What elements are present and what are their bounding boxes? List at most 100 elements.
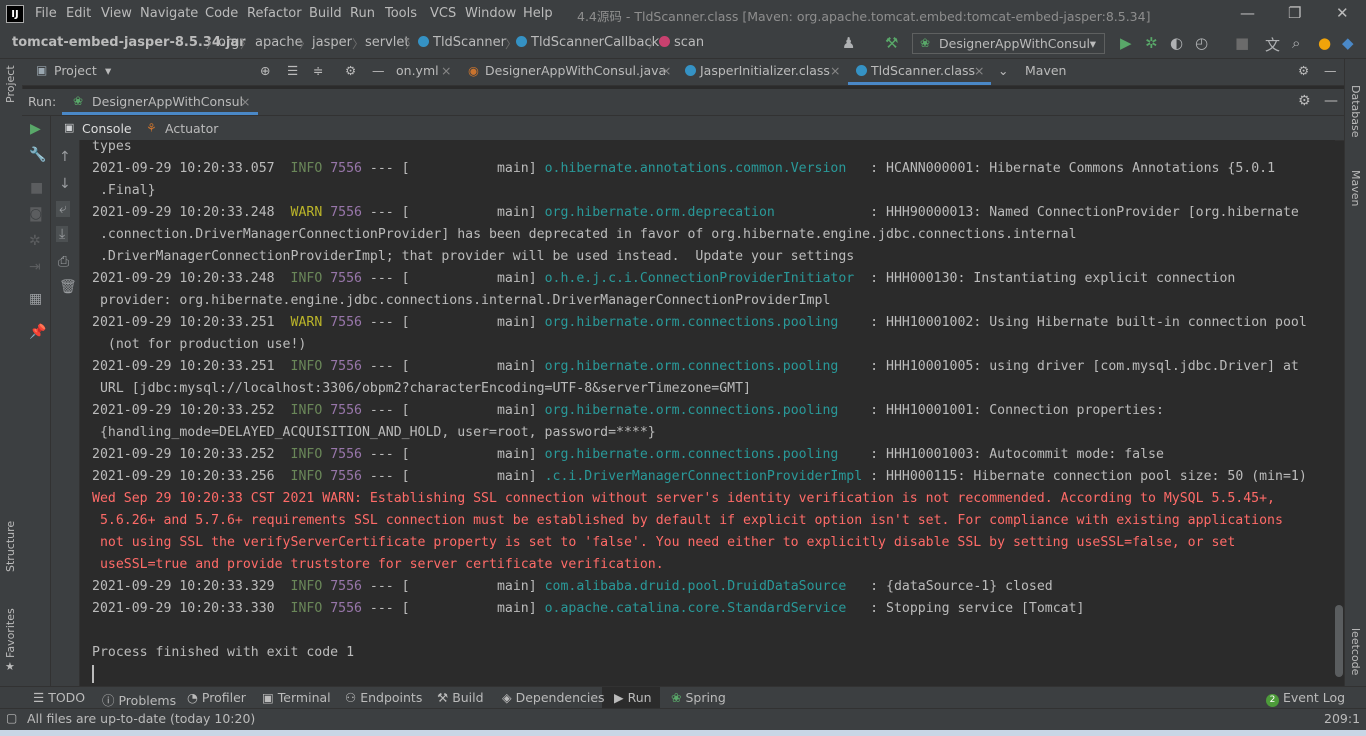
menu-tools[interactable]: Tools xyxy=(385,6,417,21)
arrow-down-icon[interactable]: ↓ xyxy=(59,176,71,192)
tab-tldscanner-class[interactable]: TldScanner.class xyxy=(856,63,975,78)
debug-icon[interactable]: ✲ xyxy=(1145,34,1158,52)
arrow-up-icon[interactable]: ↑ xyxy=(59,149,71,165)
bottom-tool-profiler[interactable]: ◔ Profiler xyxy=(187,690,246,705)
breadcrumb-tldscanner[interactable]: TldScanner xyxy=(418,35,506,50)
exit-icon[interactable]: ⇥ xyxy=(29,259,41,275)
subtab-console[interactable]: Console xyxy=(82,121,132,136)
menu-view[interactable]: View xyxy=(101,6,132,21)
menu-run[interactable]: Run xyxy=(350,6,375,21)
database-tool-button[interactable]: Database xyxy=(1349,85,1362,138)
menu-build[interactable]: Build xyxy=(309,6,342,21)
expand-all-icon[interactable]: ☰ xyxy=(287,63,298,78)
build-hammer-icon[interactable]: ⚒ xyxy=(885,34,898,52)
log-level: INFO xyxy=(290,469,331,484)
status-toggle-icon[interactable]: ▢ xyxy=(6,711,17,725)
bottom-tool-todo[interactable]: ☰ TODO xyxy=(33,690,85,705)
plugin-icon[interactable]: ◆ xyxy=(1342,34,1354,52)
subtab-actuator[interactable]: Actuator xyxy=(165,121,218,136)
console-output[interactable]: types 2021-09-29 10:20:33.057 INFO 7556 -… xyxy=(80,140,1335,686)
coverage-icon[interactable]: ◐ xyxy=(1170,34,1183,52)
bottom-tool-build[interactable]: ⚒ Build xyxy=(437,690,484,705)
debug-bug-icon[interactable]: ✲ xyxy=(29,233,41,249)
bottom-tool-dependencies[interactable]: ◈ Dependencies xyxy=(502,690,605,705)
user-icon[interactable]: ♟ xyxy=(842,34,855,52)
console-scrollbar[interactable] xyxy=(1335,605,1343,677)
console-line: types xyxy=(92,140,132,154)
gear-icon[interactable]: ⚙ xyxy=(1298,93,1311,109)
close-icon[interactable]: × xyxy=(830,63,840,78)
locate-icon[interactable]: ⊕ xyxy=(260,63,270,78)
leetcode-tool-button[interactable]: leetcode xyxy=(1349,628,1362,675)
close-icon[interactable]: × xyxy=(661,63,671,78)
console-line: 2021-09-29 10:20:33.252 INFO 7556 --- [ … xyxy=(92,400,1164,422)
favorites-tool-button[interactable]: Favorites xyxy=(4,608,17,658)
bottom-tool-problems[interactable]: ⓘ Problems xyxy=(102,690,176,709)
bottom-tool-endpoints[interactable]: ⚇ Endpoints xyxy=(345,690,422,705)
more-tabs-chevron-icon[interactable]: ⌄ xyxy=(998,63,1008,78)
tab-jasperinitializer-class[interactable]: JasperInitializer.class xyxy=(685,63,830,78)
run-tab-designerappwithconsul[interactable]: DesignerAppWithConsul xyxy=(92,94,243,109)
menu-window[interactable]: Window xyxy=(465,6,516,21)
close-icon[interactable]: ✕ xyxy=(1336,4,1349,22)
stop-icon[interactable]: ■ xyxy=(30,180,43,196)
rerun-icon[interactable]: ▶ xyxy=(30,121,41,137)
project-panel-label[interactable]: Project xyxy=(54,63,97,78)
gear-icon[interactable]: ⚙ xyxy=(345,63,356,78)
layout-icon[interactable]: ▦ xyxy=(29,291,42,307)
breadcrumb-jasper[interactable]: jasper xyxy=(312,35,352,50)
run-configuration-select[interactable]: DesignerAppWithConsul ▾ xyxy=(912,33,1105,54)
breadcrumb-servlet[interactable]: servlet xyxy=(365,35,410,50)
close-icon[interactable]: × xyxy=(974,63,984,78)
breadcrumb-scan[interactable]: scan xyxy=(659,35,704,50)
close-icon[interactable]: × xyxy=(441,63,451,78)
event-log-button[interactable]: 2 Event Log xyxy=(1266,690,1345,707)
bottom-tool-spring[interactable]: ❀ Spring xyxy=(671,690,726,705)
menu-edit[interactable]: Edit xyxy=(66,6,91,21)
breadcrumb-apache[interactable]: apache xyxy=(255,35,303,50)
hide-icon[interactable]: — xyxy=(1324,93,1338,109)
collapse-all-icon[interactable]: ≑ xyxy=(313,63,323,78)
menu-help[interactable]: Help xyxy=(523,6,553,21)
breadcrumb-org[interactable]: org xyxy=(218,35,239,50)
translate-icon[interactable]: 文 xyxy=(1265,34,1280,55)
chevron-down-icon[interactable]: ▾ xyxy=(105,63,111,78)
menu-refactor[interactable]: Refactor xyxy=(247,6,302,21)
menu-vcs[interactable]: VCS xyxy=(430,6,456,21)
project-tool-button[interactable]: Project xyxy=(4,65,17,103)
stop-icon[interactable]: ■ xyxy=(1235,34,1249,52)
print-icon[interactable]: ⎙ xyxy=(58,254,69,270)
search-icon[interactable]: ⌕ xyxy=(1292,34,1300,52)
tab-yml[interactable]: on.yml xyxy=(396,63,439,78)
restore-icon[interactable]: ❐ xyxy=(1288,4,1301,22)
scroll-to-end-icon[interactable]: ⤓ xyxy=(56,226,69,242)
soft-wrap-icon[interactable]: ⤶ xyxy=(56,201,70,217)
console-line: provider: org.hibernate.engine.jdbc.conn… xyxy=(92,293,831,308)
wrench-icon[interactable]: 🔧 xyxy=(29,147,46,163)
breadcrumb-tldscannercallback[interactable]: TldScannerCallback xyxy=(516,35,659,50)
menu-navigate[interactable]: Navigate xyxy=(140,6,198,21)
gear-icon[interactable]: ⚙ xyxy=(1298,63,1309,78)
camera-icon[interactable]: ◙ xyxy=(29,206,43,222)
run-icon[interactable]: ▶ xyxy=(1120,34,1132,52)
menu-file[interactable]: File xyxy=(35,6,57,21)
trash-icon[interactable]: 🗑 xyxy=(59,279,77,295)
console-line: 2021-09-29 10:20:33.252 INFO 7556 --- [ … xyxy=(92,444,1164,466)
hide-icon[interactable]: — xyxy=(1324,63,1337,78)
log-pid: 7556 xyxy=(330,271,362,286)
bottom-tool-terminal[interactable]: ▣ Terminal xyxy=(262,690,331,705)
profile-icon[interactable]: ◴ xyxy=(1195,34,1208,52)
hide-icon[interactable]: — xyxy=(372,63,385,78)
maven-tool-button[interactable]: Maven xyxy=(1349,170,1362,206)
bottom-tool-run[interactable]: ▶ Run xyxy=(614,690,652,705)
minimize-icon[interactable]: — xyxy=(1240,4,1255,22)
star-icon: ★ xyxy=(5,660,15,673)
pin-icon[interactable]: 📌 xyxy=(29,324,46,340)
tab-designerappwithconsul-java[interactable]: DesignerAppWithConsul.java xyxy=(485,63,666,78)
update-icon[interactable]: ● xyxy=(1318,34,1331,52)
close-icon[interactable]: × xyxy=(240,94,250,109)
maven-panel-label[interactable]: Maven xyxy=(1025,63,1066,78)
menu-code[interactable]: Code xyxy=(205,6,238,21)
caret-position[interactable]: 209:1 xyxy=(1324,711,1360,726)
structure-tool-button[interactable]: Structure xyxy=(4,521,17,572)
